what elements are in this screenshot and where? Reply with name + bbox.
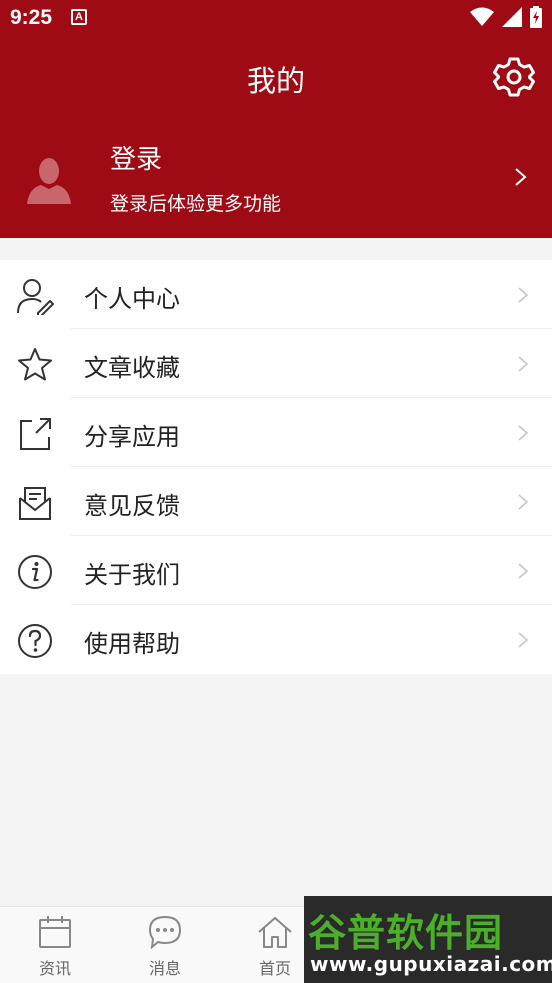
menu-item-label: 意见反馈 — [84, 492, 180, 520]
watermark: 谷普软件园 www.gupuxiazai.com — [304, 896, 552, 983]
status-time: 9:25 — [10, 6, 53, 29]
chevron-right-icon — [518, 287, 529, 303]
settings-button[interactable] — [493, 56, 535, 98]
notification-icon: A — [71, 9, 87, 25]
profile-header: 我的 登录 登录后体验更多功能 — [0, 36, 552, 238]
avatar — [27, 158, 71, 204]
info-icon — [18, 555, 52, 589]
menu-item-personal-center[interactable]: 个人中心 — [0, 260, 552, 329]
menu-list: 个人中心 文章收藏 分享应用 意见反馈 关于我们 使用帮助 — [0, 260, 552, 674]
chevron-right-icon — [518, 632, 529, 648]
tab-label: 资讯 — [38, 959, 71, 978]
watermark-name: 谷普软件园 — [308, 911, 504, 955]
home-icon — [258, 917, 292, 948]
watermark-url: www.gupuxiazai.com — [310, 952, 552, 976]
star-icon — [18, 348, 52, 381]
tab-label: 消息 — [148, 959, 181, 978]
login-row[interactable]: 登录 登录后体验更多功能 — [0, 131, 552, 221]
feedback-mail-icon — [19, 487, 51, 520]
tab-news[interactable]: 资讯 — [0, 907, 110, 983]
share-icon — [20, 418, 51, 450]
menu-item-feedback[interactable]: 意见反馈 — [0, 467, 552, 536]
person-edit-icon — [17, 279, 54, 315]
chevron-right-icon — [518, 494, 529, 510]
tab-messages[interactable]: 消息 — [110, 907, 220, 983]
gear-icon — [493, 57, 535, 97]
menu-item-label: 分享应用 — [84, 423, 180, 451]
menu-item-label: 使用帮助 — [84, 630, 180, 658]
menu-item-favorites[interactable]: 文章收藏 — [0, 329, 552, 398]
chevron-right-icon — [515, 168, 527, 186]
signal-icon — [502, 7, 522, 27]
chevron-right-icon — [518, 563, 529, 579]
status-bar: 9:25 A — [0, 0, 552, 36]
menu-item-label: 个人中心 — [84, 285, 180, 313]
chevron-right-icon — [518, 425, 529, 441]
wifi-icon — [470, 7, 494, 26]
calendar-icon — [39, 916, 71, 948]
menu-item-share-app[interactable]: 分享应用 — [0, 398, 552, 467]
page-title: 我的 — [246, 64, 305, 98]
menu-item-label: 关于我们 — [84, 561, 180, 589]
chevron-right-icon — [518, 356, 529, 372]
login-subtitle: 登录后体验更多功能 — [110, 193, 282, 215]
status-icons — [470, 6, 542, 28]
battery-icon — [530, 6, 542, 28]
help-icon — [18, 624, 52, 658]
chat-bubble-icon — [148, 915, 182, 949]
menu-item-about-us[interactable]: 关于我们 — [0, 536, 552, 605]
menu-item-help[interactable]: 使用帮助 — [0, 605, 552, 674]
menu-item-label: 文章收藏 — [84, 354, 180, 382]
login-title: 登录 — [110, 145, 163, 175]
